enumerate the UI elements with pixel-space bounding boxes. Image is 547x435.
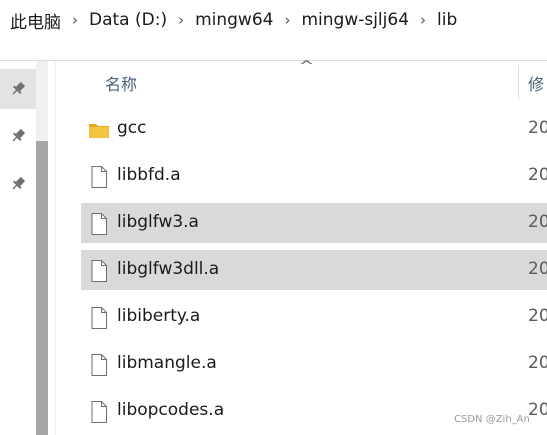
navigation-pane <box>0 61 56 435</box>
breadcrumb-mingw64[interactable]: mingw64 <box>195 10 273 30</box>
folder-icon <box>89 124 109 138</box>
file-date: 20 <box>528 259 547 279</box>
column-date-modified-header[interactable]: 修 <box>528 71 544 95</box>
quick-access-item-pinned[interactable] <box>0 164 36 204</box>
file-icon <box>91 213 107 235</box>
file-date: 20 <box>528 118 547 138</box>
file-row-gcc[interactable]: gcc 20 <box>81 109 547 149</box>
file-name: libopcodes.a <box>117 400 225 420</box>
quick-access-item-pinned[interactable] <box>0 116 36 156</box>
file-icon <box>91 307 107 329</box>
sort-ascending-icon: ^ <box>298 59 315 74</box>
file-row-libglfw3dll[interactable]: libglfw3dll.a 20 <box>81 250 547 290</box>
file-icon <box>91 166 107 188</box>
file-icon <box>91 354 107 376</box>
file-row-libglfw3[interactable]: libglfw3.a 20 <box>81 203 547 243</box>
column-resize-handle[interactable] <box>518 65 519 99</box>
chevron-right-icon[interactable]: › <box>61 11 89 29</box>
breadcrumb-drive[interactable]: Data (D:) <box>89 10 167 30</box>
breadcrumb-lib[interactable]: lib <box>437 10 457 30</box>
file-icon <box>91 260 107 282</box>
file-name: libiberty.a <box>117 306 201 326</box>
quick-access-item-pinned[interactable] <box>0 69 36 109</box>
navigation-scrollbar[interactable] <box>36 61 48 435</box>
pin-icon <box>12 176 26 190</box>
file-date: 20 <box>528 212 547 232</box>
chevron-right-icon[interactable]: › <box>273 11 301 29</box>
pin-icon <box>12 81 26 95</box>
file-date: 20 <box>528 165 547 185</box>
file-name: gcc <box>117 118 147 138</box>
breadcrumb-mingw-sjlj64[interactable]: mingw-sjlj64 <box>301 10 409 30</box>
pin-icon <box>12 128 26 142</box>
file-explorer-window: 此电脑 › Data (D:) › mingw64 › mingw-sjlj64… <box>0 0 547 435</box>
file-name: libbfd.a <box>117 165 181 185</box>
file-name: libmangle.a <box>117 353 217 373</box>
breadcrumb-this-pc[interactable]: 此电脑 <box>10 8 61 33</box>
file-name: libglfw3.a <box>117 212 199 232</box>
file-date: 20 <box>528 353 547 373</box>
file-date: 20 <box>528 400 547 420</box>
breadcrumb: 此电脑 › Data (D:) › mingw64 › mingw-sjlj64… <box>0 0 547 40</box>
watermark: CSDN @Zih_An <box>454 414 530 425</box>
navigation-scrollbar-thumb[interactable] <box>36 141 48 435</box>
chevron-right-icon[interactable]: › <box>167 11 195 29</box>
file-icon <box>91 401 107 423</box>
column-name-header[interactable]: 名称 <box>105 71 137 95</box>
file-row-libopcodes[interactable]: libopcodes.a 20 <box>81 391 547 431</box>
file-name: libglfw3dll.a <box>117 259 220 279</box>
file-row-libmangle[interactable]: libmangle.a 20 <box>81 344 547 384</box>
file-row-libiberty[interactable]: libiberty.a 20 <box>81 297 547 337</box>
file-date: 20 <box>528 306 547 326</box>
chevron-right-icon[interactable]: › <box>409 11 437 29</box>
pane-divider[interactable] <box>55 61 56 435</box>
file-list: gcc 20 libbfd.a 20 libglfw3.a 20 libglfw… <box>81 109 547 435</box>
column-header: ^ 名称 修 <box>56 59 547 103</box>
file-row-libbfd[interactable]: libbfd.a 20 <box>81 156 547 196</box>
